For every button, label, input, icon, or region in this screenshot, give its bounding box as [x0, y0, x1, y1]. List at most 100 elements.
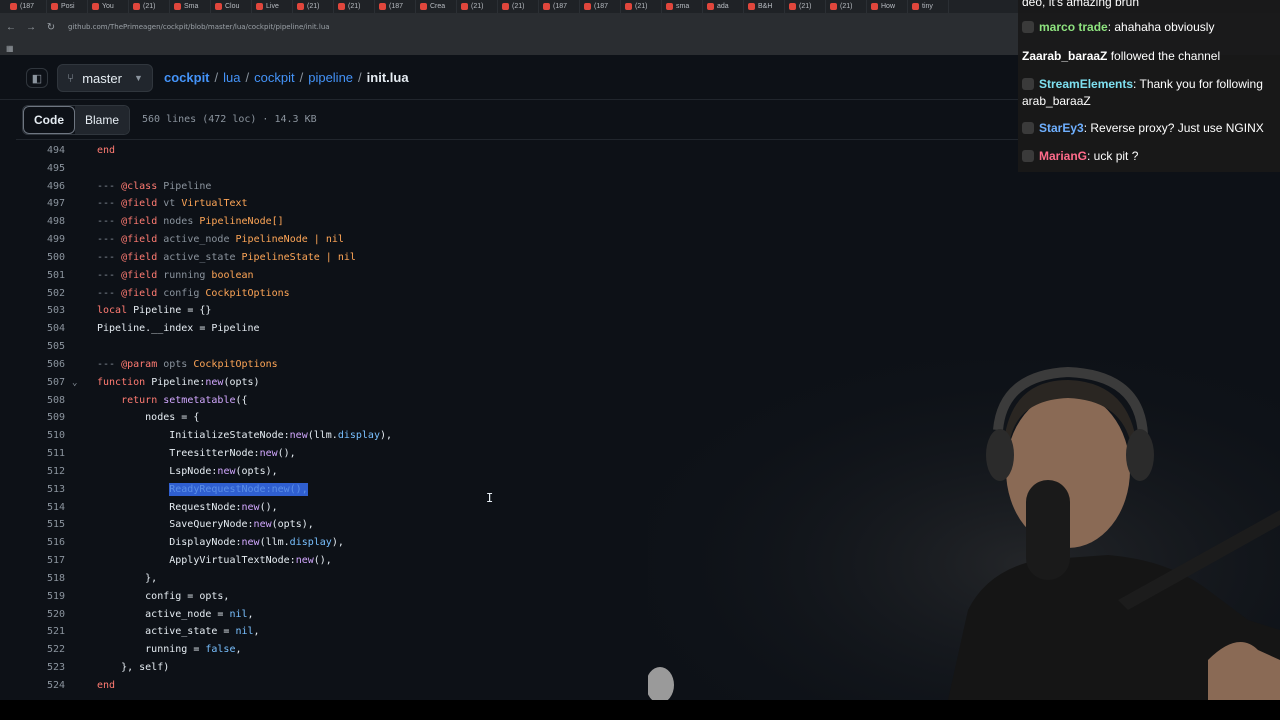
browser-tab[interactable]: ada	[703, 0, 744, 13]
line-number[interactable]: 522	[16, 641, 65, 659]
code-line[interactable]: 498 --- @field nodes PipelineNode[]	[16, 213, 1018, 231]
line-number[interactable]: 510	[16, 427, 65, 445]
line-number[interactable]: 509	[16, 409, 65, 427]
browser-tab[interactable]: (21)	[785, 0, 826, 13]
line-number[interactable]: 505	[16, 338, 65, 356]
chat-message: StarEy3: Reverse proxy? Just use NGINX	[1022, 120, 1264, 137]
browser-tab[interactable]: Crea	[416, 0, 457, 13]
code-text: running = false,	[97, 644, 242, 656]
line-number[interactable]: 516	[16, 534, 65, 552]
code-line[interactable]: 501 --- @field running boolean	[16, 267, 1018, 285]
browser-tab[interactable]: Clou	[211, 0, 252, 13]
browser-tab[interactable]: (187	[6, 0, 47, 13]
code-text: --- @field nodes PipelineNode[]	[97, 216, 284, 228]
line-number[interactable]: 500	[16, 249, 65, 267]
code-line[interactable]: 499 --- @field active_node PipelineNode |…	[16, 231, 1018, 249]
chat-username[interactable]: Zaarab_baraaZ	[1022, 49, 1107, 63]
line-number[interactable]: 495	[16, 160, 65, 178]
branch-selector[interactable]: ⑂ master ▼	[57, 64, 153, 92]
code-line[interactable]: 497 --- @field vt VirtualText	[16, 195, 1018, 213]
line-number[interactable]: 518	[16, 570, 65, 588]
reload-icon[interactable]: ↻	[42, 18, 60, 36]
code-line[interactable]: 496 --- @class Pipeline	[16, 178, 1018, 196]
line-number[interactable]: 514	[16, 499, 65, 517]
chat-message: marco trade: ahahaha obviously	[1022, 19, 1214, 36]
webcam-feed	[648, 360, 1280, 700]
line-number[interactable]: 517	[16, 552, 65, 570]
code-line[interactable]: 495	[16, 160, 1018, 178]
code-line[interactable]: 500 --- @field active_state PipelineState…	[16, 249, 1018, 267]
tab-favicon-icon	[584, 3, 591, 10]
code-line[interactable]: 504 Pipeline.__index = Pipeline	[16, 320, 1018, 338]
browser-tab-label: Live	[266, 3, 279, 10]
line-number[interactable]: 503	[16, 302, 65, 320]
line-number[interactable]: 502	[16, 285, 65, 303]
chat-username[interactable]: marco trade	[1039, 20, 1108, 34]
browser-tab[interactable]: Sma	[170, 0, 211, 13]
chat-username[interactable]: StreamElements	[1039, 77, 1133, 91]
browser-tab[interactable]: tiny	[908, 0, 949, 13]
browser-tab[interactable]: Posi	[47, 0, 88, 13]
line-number[interactable]: 494	[16, 142, 65, 160]
line-number[interactable]: 501	[16, 267, 65, 285]
forward-icon[interactable]: →	[22, 18, 40, 36]
code-line[interactable]: 503 local Pipeline = {}	[16, 302, 1018, 320]
browser-tab[interactable]: B&H	[744, 0, 785, 13]
code-line[interactable]: 502 --- @field config CockpitOptions	[16, 285, 1018, 303]
browser-tab-label: (187	[20, 3, 35, 10]
chat-username[interactable]: StarEy3	[1039, 121, 1084, 135]
side-panel-icon[interactable]: ◧	[26, 68, 48, 88]
line-number[interactable]: 521	[16, 623, 65, 641]
line-number[interactable]: 515	[16, 516, 65, 534]
line-number[interactable]: 520	[16, 606, 65, 624]
tab-favicon-icon	[256, 3, 263, 10]
line-number[interactable]: 512	[16, 463, 65, 481]
browser-tab[interactable]: Live	[252, 0, 293, 13]
browser-tab[interactable]: sma	[662, 0, 703, 13]
line-number[interactable]: 508	[16, 392, 65, 410]
branch-icon: ⑂	[67, 71, 75, 85]
breadcrumb-link[interactable]: pipeline	[308, 70, 353, 85]
code-text: Pipeline.__index = Pipeline	[97, 323, 260, 335]
breadcrumb-link[interactable]: cockpit	[164, 70, 210, 85]
browser-tab[interactable]: (21)	[457, 0, 498, 13]
line-number[interactable]: 507	[16, 374, 65, 392]
line-number[interactable]: 499	[16, 231, 65, 249]
line-number[interactable]: 504	[16, 320, 65, 338]
tab-favicon-icon	[133, 3, 140, 10]
code-tab[interactable]: Code	[23, 105, 75, 134]
back-icon[interactable]: ←	[2, 18, 20, 36]
code-text: function Pipeline:new(opts)	[97, 376, 260, 388]
line-number[interactable]: 498	[16, 213, 65, 231]
browser-tab[interactable]: (187	[375, 0, 416, 13]
fold-chevron-icon[interactable]: ⌄	[72, 374, 77, 392]
chat-username[interactable]: MarianG	[1039, 149, 1087, 163]
browser-tab[interactable]: (21)	[129, 0, 170, 13]
line-number[interactable]: 511	[16, 445, 65, 463]
code-text: local Pipeline = {}	[97, 305, 212, 317]
browser-tab[interactable]: You	[88, 0, 129, 13]
apps-icon[interactable]: ▦	[6, 44, 14, 53]
browser-tab[interactable]: (21)	[334, 0, 375, 13]
url-text[interactable]: github.com/ThePrimeagen/cockpit/blob/mas…	[68, 23, 330, 31]
browser-tab[interactable]: (187	[539, 0, 580, 13]
browser-tab[interactable]: (187	[580, 0, 621, 13]
user-badge-icon	[1022, 21, 1034, 33]
line-number[interactable]: 519	[16, 588, 65, 606]
browser-tab[interactable]: (21)	[293, 0, 334, 13]
line-number[interactable]: 524	[16, 677, 65, 695]
code-line[interactable]: 494 end	[16, 142, 1018, 160]
line-number[interactable]: 496	[16, 178, 65, 196]
code-line[interactable]: 505	[16, 338, 1018, 356]
browser-tab[interactable]: (21)	[826, 0, 867, 13]
breadcrumb-link[interactable]: cockpit	[254, 70, 294, 85]
blame-tab[interactable]: Blame	[75, 105, 130, 134]
line-number[interactable]: 513	[16, 481, 65, 499]
browser-tab[interactable]: How	[867, 0, 908, 13]
line-number[interactable]: 523	[16, 659, 65, 677]
browser-tab[interactable]: (21)	[498, 0, 539, 13]
breadcrumb-link[interactable]: lua	[223, 70, 240, 85]
line-number[interactable]: 506	[16, 356, 65, 374]
browser-tab[interactable]: (21)	[621, 0, 662, 13]
line-number[interactable]: 497	[16, 195, 65, 213]
